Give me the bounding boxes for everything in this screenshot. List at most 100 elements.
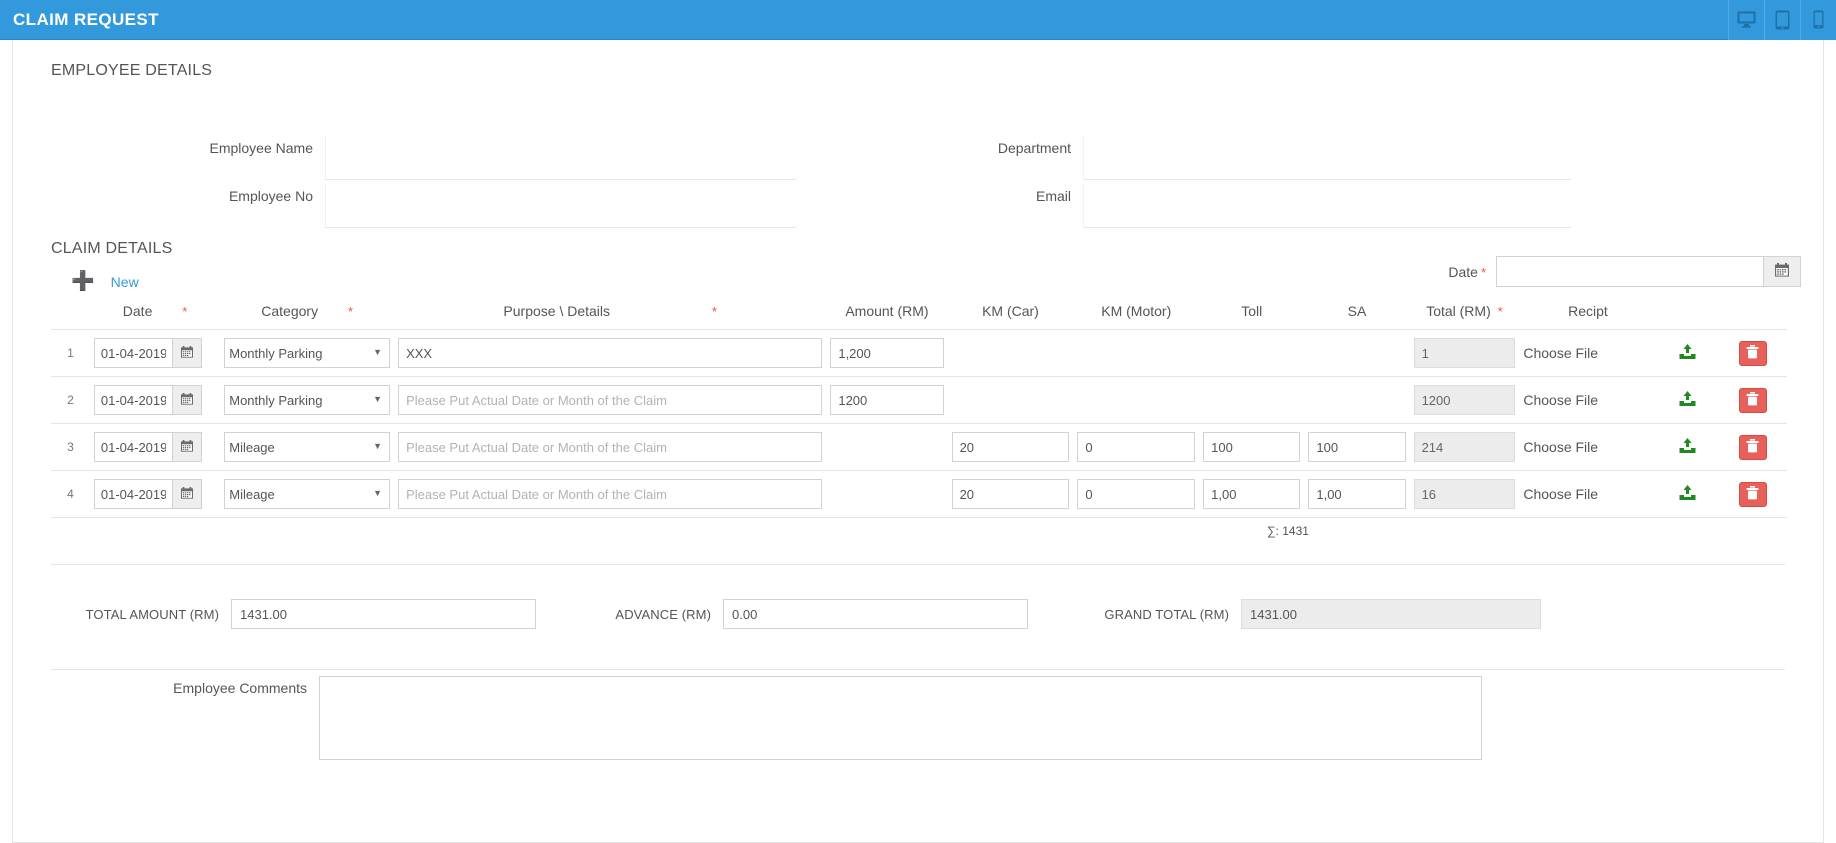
row-amount-input[interactable]	[830, 385, 944, 415]
comments-divider	[51, 669, 1785, 670]
header-category-text: Category	[261, 303, 319, 319]
claim-date-calendar-button[interactable]	[1764, 256, 1801, 287]
row-km-motor-input[interactable]	[1077, 479, 1196, 509]
email-label: Email	[1035, 188, 1071, 204]
row-sa-cell	[1304, 424, 1409, 471]
totals-section: TOTAL AMOUNT (RM) ADVANCE (RM) GRAND TOT…	[13, 581, 1823, 651]
plus-icon[interactable]: ➕	[71, 272, 95, 291]
trash-icon	[1746, 485, 1759, 503]
delete-row-button[interactable]	[1738, 387, 1767, 413]
employee-no-label: Employee No	[228, 188, 313, 204]
employee-comments-textarea[interactable]	[319, 676, 1482, 760]
advance-label: ADVANCE (RM)	[615, 606, 711, 622]
row-toll-cell	[1199, 330, 1304, 377]
row-purpose-input[interactable]	[398, 385, 823, 415]
trash-icon	[1746, 391, 1759, 409]
row-date-calendar-button[interactable]	[171, 385, 202, 415]
row-km-motor-cell	[1073, 424, 1199, 471]
row-category-select[interactable]: Monthly ParkingMileage	[224, 338, 391, 368]
row-total-input	[1413, 432, 1516, 462]
row-total-cell	[1410, 377, 1520, 424]
page-body: EMPLOYEE DETAILS Employee Name Employee …	[0, 40, 1836, 843]
row-delete-cell	[1718, 424, 1787, 471]
row-total-cell	[1410, 424, 1520, 471]
field-email: Email	[913, 184, 1571, 228]
upload-icon[interactable]	[1679, 390, 1696, 410]
row-date-input[interactable]	[93, 432, 172, 462]
field-total-amount: TOTAL AMOUNT (RM)	[51, 599, 536, 629]
choose-file-button[interactable]: Choose File	[1523, 486, 1652, 502]
table-row: 2 Monthly ParkingMileage▼ Choose File	[51, 376, 1787, 424]
claim-date-input[interactable]	[1496, 256, 1764, 287]
upload-icon[interactable]	[1679, 343, 1696, 363]
row-sa-input[interactable]	[1308, 479, 1406, 509]
delete-row-button[interactable]	[1738, 340, 1767, 366]
row-amount-input[interactable]	[830, 338, 944, 368]
row-category-select[interactable]: Monthly ParkingMileage	[224, 385, 391, 415]
delete-row-button[interactable]	[1738, 481, 1767, 507]
header-category-required: *	[347, 304, 354, 319]
employee-comments-label: Employee Comments	[173, 680, 307, 696]
row-date-input[interactable]	[93, 385, 172, 415]
row-purpose-input[interactable]	[398, 479, 823, 509]
mobile-preview-button[interactable]	[1800, 0, 1836, 40]
row-km-motor-input[interactable]	[1077, 432, 1196, 462]
row-receipt-cell: Choose File	[1519, 471, 1656, 518]
employee-comments-field: Employee Comments	[13, 676, 1823, 760]
row-amount-cell	[826, 424, 947, 471]
header-km-car: KM (Car)	[982, 303, 1039, 319]
row-km-car-input[interactable]	[951, 479, 1070, 509]
claim-date-label: Date *	[1448, 264, 1496, 280]
row-sa-cell	[1304, 330, 1409, 377]
header-delete	[1718, 303, 1787, 330]
row-total-input	[1413, 338, 1516, 368]
row-toll-input[interactable]	[1203, 432, 1301, 462]
department-input[interactable]	[1083, 136, 1571, 180]
row-date-group	[93, 338, 216, 368]
choose-file-button[interactable]: Choose File	[1523, 439, 1652, 455]
upload-icon[interactable]	[1679, 484, 1696, 504]
choose-file-button[interactable]: Choose File	[1523, 345, 1652, 361]
tablet-preview-button[interactable]	[1764, 0, 1800, 40]
delete-row-button[interactable]	[1738, 434, 1767, 460]
row-date-calendar-button[interactable]	[171, 432, 202, 462]
row-total-cell	[1410, 471, 1520, 518]
employee-name-input[interactable]	[325, 136, 797, 180]
claim-sum-value: ∑: 1431	[1267, 524, 1309, 538]
grand-total-input	[1241, 599, 1541, 629]
row-date-calendar-button[interactable]	[171, 479, 202, 509]
row-sa-cell	[1304, 471, 1409, 518]
advance-input[interactable]	[723, 599, 1028, 629]
row-purpose-input[interactable]	[398, 338, 823, 368]
header-sa: SA	[1347, 303, 1367, 319]
calendar-icon	[180, 486, 193, 502]
row-upload-cell	[1657, 377, 1719, 424]
row-date-calendar-button[interactable]	[171, 338, 202, 368]
total-amount-input[interactable]	[231, 599, 536, 629]
table-row: 3 Monthly ParkingMileage▼ Choose File	[51, 423, 1787, 471]
row-sa-input[interactable]	[1308, 432, 1406, 462]
totals-divider	[51, 564, 1785, 565]
grand-total-label: GRAND TOTAL (RM)	[1104, 606, 1229, 622]
email-input[interactable]	[1083, 184, 1571, 228]
row-category-select[interactable]: Monthly ParkingMileage	[224, 479, 391, 509]
row-km-car-input[interactable]	[951, 432, 1070, 462]
choose-file-button[interactable]: Choose File	[1523, 392, 1652, 408]
employee-no-input[interactable]	[325, 184, 797, 228]
upload-icon[interactable]	[1679, 437, 1696, 457]
header-date-required: *	[182, 304, 188, 319]
row-date-input[interactable]	[93, 338, 172, 368]
header-category: Category *	[220, 303, 394, 330]
desktop-preview-button[interactable]	[1728, 0, 1764, 40]
row-purpose-input[interactable]	[398, 432, 823, 462]
claim-date-required-marker: *	[1480, 264, 1486, 280]
row-toll-input[interactable]	[1203, 479, 1301, 509]
row-purpose-cell	[394, 377, 826, 424]
claim-table-head: Date * Category * Purpose \ Details * Am…	[51, 303, 1787, 330]
row-total-input	[1413, 385, 1516, 415]
row-category-select[interactable]: Monthly ParkingMileage	[224, 432, 391, 462]
row-amount-cell	[826, 377, 947, 424]
new-row-button[interactable]: New	[111, 274, 139, 290]
device-preview-buttons	[1728, 0, 1836, 40]
row-date-input[interactable]	[93, 479, 172, 509]
